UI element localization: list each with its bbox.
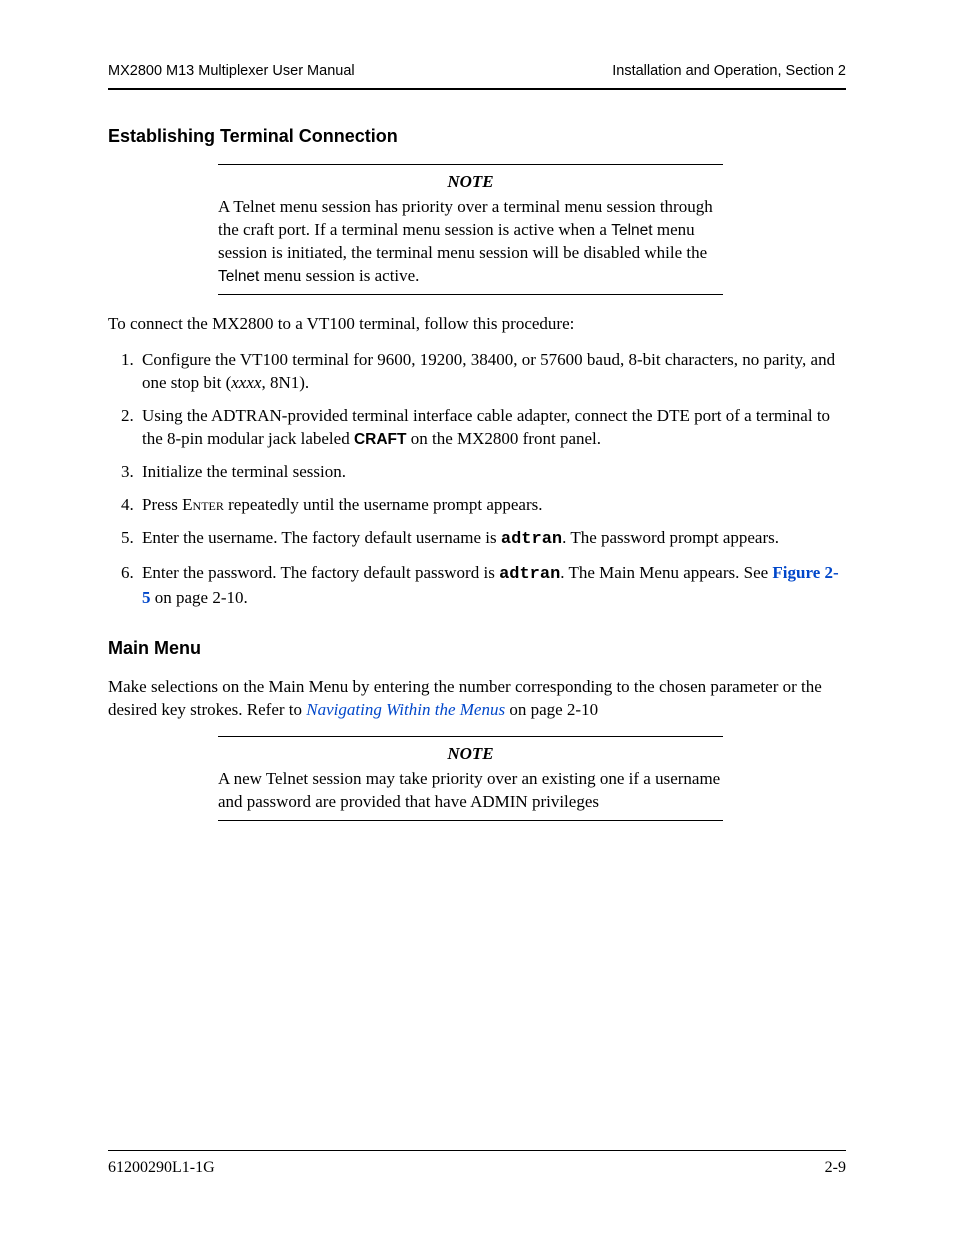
main-menu-paragraph: Make selections on the Main Menu by ente… [108, 676, 846, 722]
note-body: A Telnet menu session has priority over … [218, 196, 723, 288]
intro-paragraph: To connect the MX2800 to a VT100 termina… [108, 313, 846, 336]
heading-main-menu: Main Menu [108, 636, 846, 660]
note-label: NOTE [218, 743, 723, 766]
page-header: MX2800 M13 Multiplexer User Manual Insta… [108, 62, 846, 82]
note-body: A new Telnet session may take priority o… [218, 768, 723, 814]
step-4: Press Enter repeatedly until the usernam… [138, 494, 846, 517]
link-navigating-within-the-menus[interactable]: Navigating Within the Menus [306, 700, 505, 719]
footer-rule [108, 1150, 846, 1151]
note-admin-privileges: NOTE A new Telnet session may take prior… [218, 736, 723, 821]
header-right: Installation and Operation, Section 2 [612, 62, 846, 82]
page-footer: 61200290L1-1G 2-9 [108, 1157, 846, 1179]
step-6: Enter the password. The factory default … [138, 562, 846, 610]
heading-establishing-terminal-connection: Establishing Terminal Connection [108, 124, 846, 148]
step-5: Enter the username. The factory default … [138, 527, 846, 552]
step-1: Configure the VT100 terminal for 9600, 1… [138, 349, 846, 395]
procedure-list: Configure the VT100 terminal for 9600, 1… [108, 349, 846, 609]
note-telnet-priority: NOTE A Telnet menu session has priority … [218, 164, 723, 295]
header-rule [108, 88, 846, 90]
step-2: Using the ADTRAN-provided terminal inter… [138, 405, 846, 451]
header-left: MX2800 M13 Multiplexer User Manual [108, 62, 355, 82]
footer-right: 2-9 [825, 1157, 846, 1179]
footer-left: 61200290L1-1G [108, 1157, 215, 1179]
step-3: Initialize the terminal session. [138, 461, 846, 484]
note-label: NOTE [218, 171, 723, 194]
